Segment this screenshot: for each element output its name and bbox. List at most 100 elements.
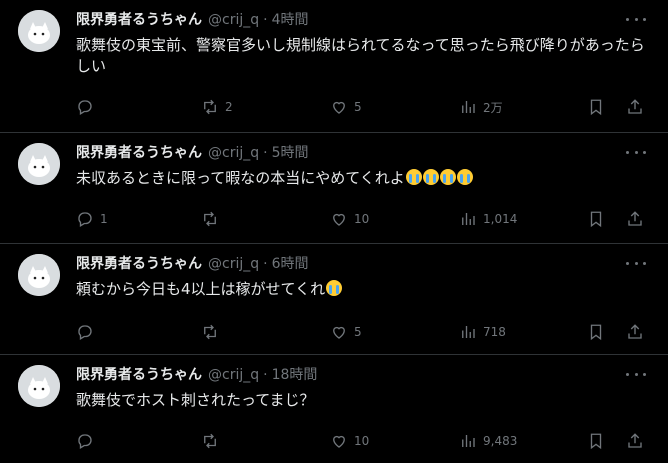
tweet[interactable]: 限界勇者るうちゃん @crij_q · 18時間 歌舞伎でホスト刺されたってまじ？ 1… bbox=[0, 355, 668, 463]
retweet-button[interactable]: 2 bbox=[201, 97, 233, 117]
views-icon bbox=[462, 326, 475, 338]
reply-button[interactable]: 1 bbox=[76, 209, 108, 229]
reply-button[interactable] bbox=[76, 322, 100, 342]
bookmark-button[interactable] bbox=[587, 97, 605, 117]
reply-icon bbox=[78, 434, 92, 449]
views-button[interactable]: 9,483 bbox=[459, 431, 517, 451]
tweet-text-content: 未収あるときに限って暇なの本当にやめてくれよ bbox=[76, 169, 405, 187]
tweet-text: 歌舞伎の東宝前、警察官多いし規制線はられてるなって思ったら飛び降りがあったらしい bbox=[76, 35, 646, 77]
more-icon[interactable] bbox=[626, 145, 646, 159]
views-icon bbox=[462, 101, 475, 113]
action-bar: 2 5 2万 bbox=[76, 97, 646, 117]
tweet-text: 歌舞伎でホスト刺されたってまじ？ bbox=[76, 390, 646, 411]
separator: · bbox=[263, 367, 268, 383]
action-bar: 5 718 bbox=[76, 322, 646, 342]
tweet-header: 限界勇者るうちゃん @crij_q · 6時間 bbox=[76, 254, 309, 274]
view-count: 1,014 bbox=[483, 212, 518, 226]
crying-emoji-icon bbox=[456, 169, 473, 185]
crying-emoji-icon bbox=[439, 169, 456, 185]
like-count: 10 bbox=[354, 212, 370, 226]
views-icon bbox=[462, 435, 475, 447]
timestamp[interactable]: 5時間 bbox=[272, 145, 309, 161]
timeline: 限界勇者るうちゃん @crij_q · 4時間 歌舞伎の東宝前、警察官多いし規制線はら… bbox=[0, 0, 668, 463]
more-icon[interactable] bbox=[626, 12, 646, 26]
avatar[interactable] bbox=[18, 10, 60, 52]
share-button[interactable] bbox=[626, 322, 644, 342]
handle[interactable]: @crij_q bbox=[208, 145, 259, 161]
heart-icon bbox=[333, 213, 345, 226]
retweet-icon bbox=[204, 324, 216, 340]
separator: · bbox=[263, 256, 268, 272]
retweet-icon bbox=[204, 99, 216, 115]
like-button[interactable]: 10 bbox=[330, 209, 369, 229]
bookmark-icon bbox=[590, 324, 602, 341]
view-count: 718 bbox=[483, 325, 506, 339]
like-count: 5 bbox=[354, 325, 362, 339]
timestamp[interactable]: 4時間 bbox=[272, 12, 309, 28]
share-button[interactable] bbox=[626, 209, 644, 229]
tweet-text-content: 歌舞伎でホスト刺されたってまじ？ bbox=[76, 391, 315, 409]
bookmark-button[interactable] bbox=[587, 209, 605, 229]
avatar[interactable] bbox=[18, 365, 60, 407]
share-icon bbox=[628, 324, 642, 339]
like-button[interactable]: 5 bbox=[330, 322, 362, 342]
crying-emoji-icon bbox=[326, 280, 343, 296]
handle[interactable]: @crij_q bbox=[208, 256, 259, 272]
bookmark-button[interactable] bbox=[587, 431, 605, 451]
more-icon[interactable] bbox=[626, 367, 646, 381]
like-count: 5 bbox=[354, 100, 362, 114]
share-icon bbox=[628, 211, 642, 226]
reply-icon bbox=[78, 100, 92, 115]
reply-icon bbox=[78, 325, 92, 340]
reply-button[interactable] bbox=[76, 431, 100, 451]
views-button[interactable]: 718 bbox=[459, 322, 506, 342]
views-button[interactable]: 1,014 bbox=[459, 209, 517, 229]
bookmark-icon bbox=[590, 433, 602, 450]
tweet[interactable]: 限界勇者るうちゃん @crij_q · 6時間 頼むから今日も4以上は稼がせてくれ 5… bbox=[0, 244, 668, 355]
action-bar: 1 10 1,014 bbox=[76, 209, 646, 229]
tweet-text-content: 歌舞伎の東宝前、警察官多いし規制線はられてるなって思ったら飛び降りがあったらしい bbox=[76, 36, 645, 75]
tweet-header: 限界勇者るうちゃん @crij_q · 5時間 bbox=[76, 143, 309, 163]
tweet-header: 限界勇者るうちゃん @crij_q · 18時間 bbox=[76, 365, 317, 385]
display-name[interactable]: 限界勇者るうちゃん bbox=[76, 145, 202, 161]
tweet-text-content: 頼むから今日も4以上は稼がせてくれ bbox=[76, 280, 326, 298]
action-bar: 10 9,483 bbox=[76, 431, 646, 451]
reply-button[interactable] bbox=[76, 97, 100, 117]
display-name[interactable]: 限界勇者るうちゃん bbox=[76, 256, 202, 272]
share-icon bbox=[628, 433, 642, 448]
views-button[interactable]: 2万 bbox=[459, 97, 503, 117]
tweet[interactable]: 限界勇者るうちゃん @crij_q · 4時間 歌舞伎の東宝前、警察官多いし規制線はら… bbox=[0, 0, 668, 133]
bookmark-icon bbox=[590, 211, 602, 228]
heart-icon bbox=[333, 326, 345, 339]
crying-emoji-icon bbox=[422, 169, 439, 185]
heart-icon bbox=[333, 435, 345, 448]
separator: · bbox=[263, 145, 268, 161]
tweet-header: 限界勇者るうちゃん @crij_q · 4時間 bbox=[76, 10, 309, 30]
like-button[interactable]: 5 bbox=[330, 97, 362, 117]
avatar[interactable] bbox=[18, 254, 60, 296]
views-icon bbox=[462, 213, 475, 225]
retweet-button[interactable] bbox=[201, 431, 225, 451]
handle[interactable]: @crij_q bbox=[208, 12, 259, 28]
share-button[interactable] bbox=[626, 431, 644, 451]
retweet-icon bbox=[204, 433, 216, 449]
more-icon[interactable] bbox=[626, 256, 646, 270]
avatar[interactable] bbox=[18, 143, 60, 185]
timestamp[interactable]: 18時間 bbox=[272, 367, 318, 383]
retweet-count: 2 bbox=[225, 100, 233, 114]
retweet-button[interactable] bbox=[201, 209, 225, 229]
handle[interactable]: @crij_q bbox=[208, 367, 259, 383]
separator: · bbox=[263, 12, 268, 28]
reply-icon bbox=[78, 212, 92, 227]
bookmark-button[interactable] bbox=[587, 322, 605, 342]
share-button[interactable] bbox=[626, 97, 644, 117]
display-name[interactable]: 限界勇者るうちゃん bbox=[76, 12, 202, 28]
tweet[interactable]: 限界勇者るうちゃん @crij_q · 5時間 未収あるときに限って暇なの本当にやめて… bbox=[0, 133, 668, 244]
bookmark-icon bbox=[590, 99, 602, 116]
like-button[interactable]: 10 bbox=[330, 431, 369, 451]
timestamp[interactable]: 6時間 bbox=[272, 256, 309, 272]
tweet-text: 頼むから今日も4以上は稼がせてくれ bbox=[76, 279, 646, 300]
share-icon bbox=[628, 99, 642, 114]
display-name[interactable]: 限界勇者るうちゃん bbox=[76, 367, 202, 383]
retweet-button[interactable] bbox=[201, 322, 225, 342]
